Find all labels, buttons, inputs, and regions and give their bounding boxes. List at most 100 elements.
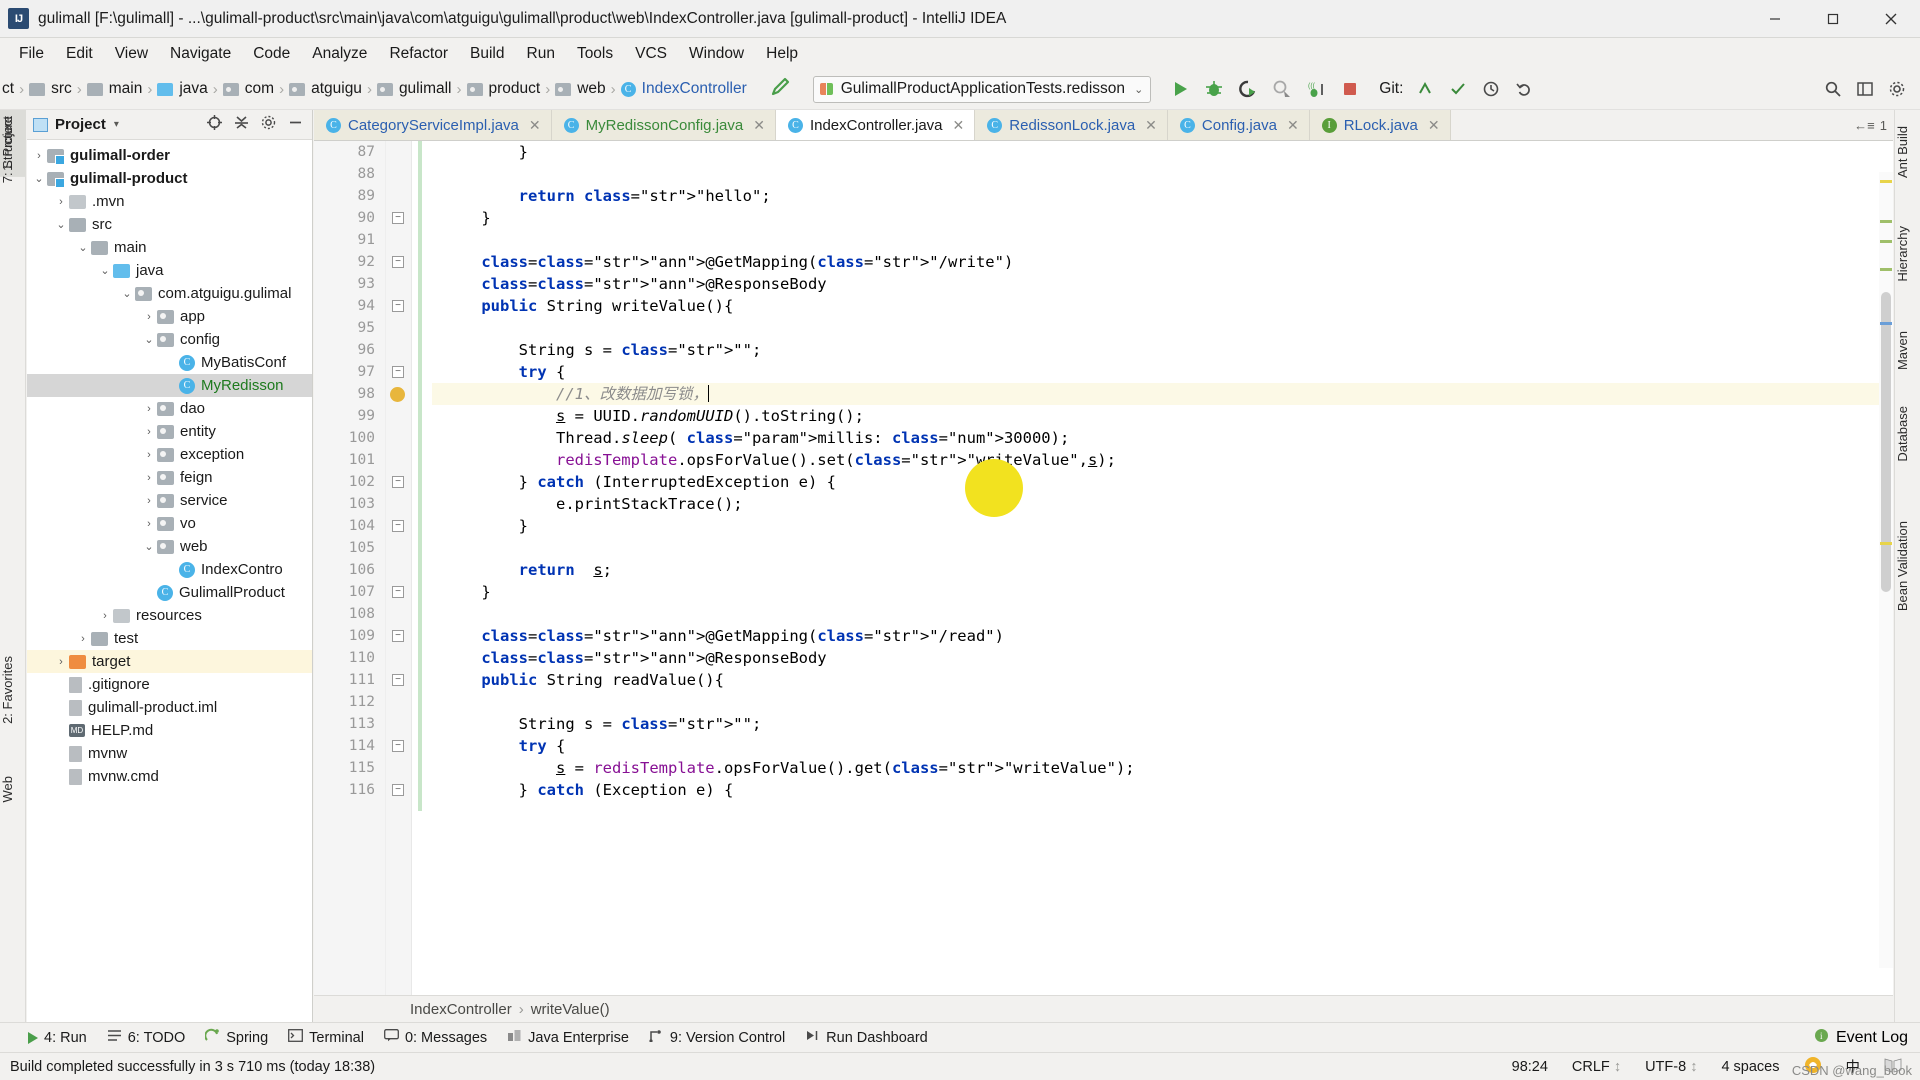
tool-tab-bean-validation[interactable]: Bean Validation — [1895, 515, 1920, 617]
scrollbar-thumb[interactable] — [1881, 292, 1891, 592]
chevron-down-icon[interactable]: ⌄ — [119, 287, 135, 300]
tree-node-gulimall-order[interactable]: › gulimall-order — [27, 144, 312, 167]
code-line[interactable] — [444, 163, 1893, 185]
fold-toggle-icon[interactable]: − — [392, 740, 404, 752]
menu-navigate[interactable]: Navigate — [159, 42, 242, 66]
editor-tab-config[interactable]: C Config.java ✕ — [1167, 110, 1310, 140]
code-line[interactable]: public String writeValue(){ — [444, 295, 1893, 317]
chevron-right-icon[interactable]: › — [97, 610, 113, 622]
code-line[interactable]: class=class="str">"ann">@ResponseBody — [444, 647, 1893, 669]
chevron-right-icon[interactable]: › — [53, 196, 69, 208]
run-icon[interactable] — [1165, 74, 1195, 104]
code-line[interactable]: } catch (Exception e) { — [444, 779, 1893, 801]
code-line[interactable] — [444, 603, 1893, 625]
editor-tab-indexcontroller[interactable]: C IndexController.java ✕ — [775, 110, 976, 140]
intention-bulb-icon[interactable] — [390, 387, 405, 402]
settings-icon[interactable] — [260, 114, 277, 136]
code-line[interactable] — [444, 691, 1893, 713]
breadcrumb-item-src[interactable]: src — [29, 80, 72, 98]
fold-toggle-icon[interactable]: − — [392, 674, 404, 686]
code-line[interactable]: String s = class="str">""; — [444, 339, 1893, 361]
menu-file[interactable]: File — [8, 42, 55, 66]
menu-help[interactable]: Help — [755, 42, 809, 66]
chevron-down-icon[interactable]: ⌄ — [75, 241, 91, 254]
tree-node-gulimallproduct[interactable]: C GulimallProduct — [27, 581, 312, 604]
editor-tab-rlock[interactable]: I RLock.java ✕ — [1309, 110, 1451, 140]
caret-position[interactable]: 98:24 — [1500, 1059, 1560, 1075]
tool-button-todo[interactable]: 6: TODO — [107, 1029, 185, 1046]
menu-refactor[interactable]: Refactor — [378, 42, 459, 66]
fold-toggle-icon[interactable]: − — [392, 520, 404, 532]
chevron-right-icon[interactable] — [53, 748, 69, 760]
debug-icon[interactable] — [1199, 74, 1229, 104]
project-tree[interactable]: › gulimall-order ⌄ gulimall-product › .mvn ⌄ sr… — [27, 140, 312, 1022]
editor-tab-categoryserviceimpl[interactable]: C CategoryServiceImpl.java ✕ — [314, 110, 552, 140]
chevron-right-icon[interactable]: › — [141, 472, 157, 484]
chevron-right-icon[interactable]: › — [141, 518, 157, 530]
tree-node-exception[interactable]: › exception — [27, 443, 312, 466]
file-encoding[interactable]: UTF-8 ↕ — [1633, 1059, 1709, 1075]
tree-node-indexcontro[interactable]: C IndexContro — [27, 558, 312, 581]
menu-edit[interactable]: Edit — [55, 42, 104, 66]
stop-icon[interactable] — [1335, 74, 1365, 104]
code-line[interactable]: class=class="str">"ann">@GetMapping(clas… — [444, 625, 1893, 647]
tree-node-vo[interactable]: › vo — [27, 512, 312, 535]
layout-icon[interactable] — [1850, 74, 1880, 104]
search-everywhere-icon[interactable] — [1818, 74, 1848, 104]
code-line[interactable]: e.printStackTrace(); — [444, 493, 1893, 515]
tool-tab-maven[interactable]: Maven — [1895, 325, 1920, 376]
menu-code[interactable]: Code — [242, 42, 301, 66]
tree-node-mvn[interactable]: › .mvn — [27, 190, 312, 213]
tree-node-java[interactable]: ⌄ java — [27, 259, 312, 282]
hammer-icon[interactable] — [769, 75, 791, 103]
code-line[interactable]: Thread.sleep( class="param">millis: clas… — [444, 427, 1893, 449]
chevron-down-icon[interactable]: ⌄ — [97, 264, 113, 277]
menu-window[interactable]: Window — [678, 42, 755, 66]
run-with-coverage-icon[interactable] — [1233, 74, 1263, 104]
close-icon[interactable]: ✕ — [753, 117, 765, 134]
breadcrumb-item-gulimall[interactable]: gulimall — [376, 80, 452, 98]
fold-toggle-icon[interactable]: − — [392, 586, 404, 598]
chevron-right-icon[interactable]: › — [31, 150, 47, 162]
tree-node-src[interactable]: ⌄ src — [27, 213, 312, 236]
tool-tab-database[interactable]: Database — [1895, 400, 1920, 468]
tool-button-java-enterprise[interactable]: Java Enterprise — [507, 1029, 629, 1046]
code-line[interactable]: } — [444, 141, 1893, 163]
chevron-right-icon[interactable]: › — [141, 495, 157, 507]
chevron-down-icon[interactable]: ⌄ — [141, 333, 157, 346]
code-line[interactable]: class=class="str">"ann">@GetMapping(clas… — [444, 251, 1893, 273]
tool-button-terminal[interactable]: Terminal — [288, 1029, 364, 1046]
tree-node-entity[interactable]: › entity — [27, 420, 312, 443]
tree-node-dao[interactable]: › dao — [27, 397, 312, 420]
tool-button-run-dashboard[interactable]: Run Dashboard — [805, 1029, 928, 1046]
code-line[interactable] — [444, 229, 1893, 251]
rollback-icon[interactable] — [1509, 74, 1539, 104]
menu-build[interactable]: Build — [459, 42, 515, 66]
tree-node-gitignore[interactable]: .gitignore — [27, 673, 312, 696]
code-line[interactable]: s = redisTemplate.opsForValue().get(clas… — [444, 757, 1893, 779]
history-icon[interactable] — [1476, 74, 1506, 104]
menu-view[interactable]: View — [104, 42, 159, 66]
chevron-down-icon[interactable]: ⌄ — [31, 172, 47, 185]
menu-tools[interactable]: Tools — [566, 42, 624, 66]
tree-node-com-atguigu-gulimal[interactable]: ⌄ com.atguigu.gulimal — [27, 282, 312, 305]
close-icon[interactable]: ✕ — [1428, 117, 1440, 134]
breadcrumb-item-product[interactable]: product — [466, 80, 540, 98]
chevron-right-icon[interactable] — [53, 771, 69, 783]
breadcrumb-item-com[interactable]: com — [222, 80, 274, 98]
maximize-button[interactable] — [1804, 0, 1862, 38]
chevron-down-icon[interactable]: ⌄ — [141, 540, 157, 553]
tree-node-gulimall-product[interactable]: ⌄ gulimall-product — [27, 167, 312, 190]
tree-node-mvnw-cmd[interactable]: mvnw.cmd — [27, 765, 312, 788]
target-icon[interactable] — [206, 114, 223, 136]
fold-toggle-icon[interactable]: − — [392, 300, 404, 312]
tree-node-resources[interactable]: › resources — [27, 604, 312, 627]
fold-toggle-icon[interactable]: − — [392, 784, 404, 796]
tool-tab-favorites[interactable]: 2: Favorites — [0, 650, 26, 730]
tool-button-messages[interactable]: 0: Messages — [383, 1029, 487, 1046]
code-line[interactable]: } — [444, 581, 1893, 603]
code-line[interactable]: class=class="str">"ann">@ResponseBody — [444, 273, 1893, 295]
chevron-right-icon[interactable] — [53, 702, 69, 714]
chevron-right-icon[interactable]: › — [141, 403, 157, 415]
chevron-right-icon[interactable] — [163, 357, 179, 369]
